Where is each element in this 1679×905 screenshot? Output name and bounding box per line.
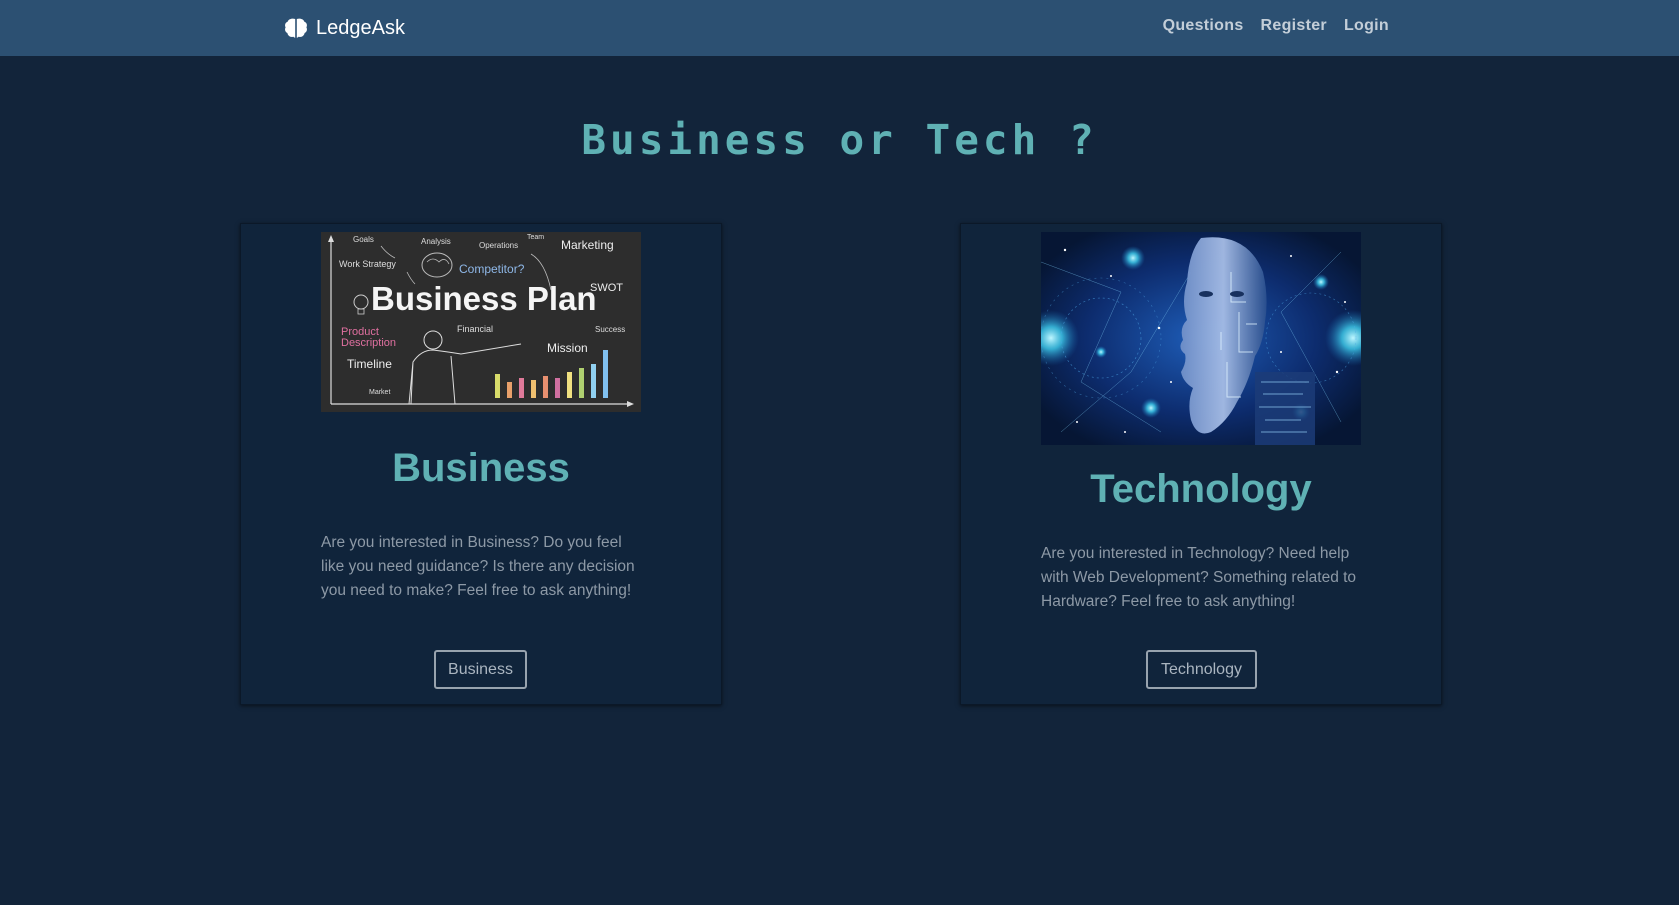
nav-link-register[interactable]: Register xyxy=(1261,17,1327,35)
brand-name: LedgeAsk xyxy=(316,16,405,39)
image-word-timeline: Timeline xyxy=(347,357,392,371)
image-word-success: Success xyxy=(595,325,625,334)
navbar: LedgeAsk Questions Register Login xyxy=(0,0,1679,56)
technology-button[interactable]: Technology xyxy=(1146,650,1257,689)
image-word-market: Market xyxy=(369,389,390,396)
image-word-financial: Financial xyxy=(457,324,493,334)
business-button[interactable]: Business xyxy=(434,650,527,689)
technology-card-text: Are you interested in Technology? Need h… xyxy=(1041,545,1357,610)
image-word-work-strategy: Work Strategy xyxy=(339,259,396,269)
image-word-analysis: Analysis xyxy=(421,237,451,246)
technology-card-title: Technology xyxy=(1090,467,1312,511)
business-card-text: Are you interested in Business? Do you f… xyxy=(321,534,635,599)
nav-link-questions[interactable]: Questions xyxy=(1163,17,1244,35)
brain-icon xyxy=(284,17,308,39)
technology-image xyxy=(1041,232,1361,445)
brand-link[interactable]: LedgeAsk xyxy=(284,14,405,42)
image-word-team: Team xyxy=(527,234,544,241)
image-headline: Business Plan xyxy=(371,280,597,317)
image-word-goals: Goals xyxy=(353,235,374,244)
business-card: Goals Analysis Team Operations Marketing… xyxy=(240,223,722,705)
business-card-title: Business xyxy=(392,446,570,490)
image-word-mission: Mission xyxy=(547,341,588,355)
image-word-description: Description xyxy=(341,337,396,349)
image-word-marketing: Marketing xyxy=(561,238,614,252)
business-plan-image: Goals Analysis Team Operations Marketing… xyxy=(321,232,641,412)
nav-links: Questions Register Login xyxy=(1163,17,1389,35)
page-title: Business or Tech ? xyxy=(581,116,1098,164)
nav-link-login[interactable]: Login xyxy=(1344,17,1389,35)
technology-card: Technology Are you interested in Technol… xyxy=(960,223,1442,705)
image-word-competitor: Competitor? xyxy=(459,262,525,276)
image-word-operations: Operations xyxy=(479,241,518,250)
